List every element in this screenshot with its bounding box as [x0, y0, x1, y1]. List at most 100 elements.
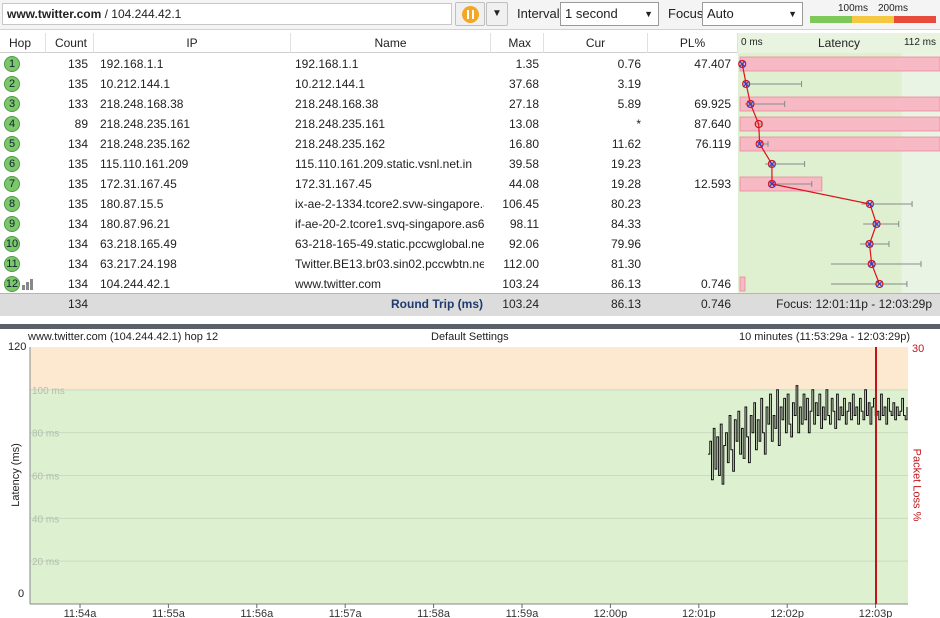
hop-ip: 180.87.15.5	[100, 197, 164, 211]
hop-count: 135	[67, 57, 88, 71]
x-tick-label: 11:57a	[329, 608, 363, 618]
latency-max-label: 112 ms	[903, 37, 936, 48]
interval-select[interactable]: 1 second ▼	[560, 2, 659, 26]
hop-pl	[648, 194, 731, 214]
chevron-down-icon: ▼	[644, 9, 653, 19]
table-row[interactable]: 11 134 63.217.24.198 Twitter.BE13.br03.sin0…	[0, 254, 738, 274]
packet-loss-bar	[739, 136, 940, 152]
legend-yellow-segment	[852, 16, 894, 23]
hop-ip: 63.218.165.49	[100, 237, 177, 251]
hop-ip: 172.31.167.45	[100, 177, 177, 191]
hop-cur: 86.13	[610, 277, 641, 291]
pause-dropdown-button[interactable]: ▼	[486, 2, 508, 26]
hop-name: 218.248.235.162	[295, 137, 386, 151]
hop-number-badge: 4	[4, 116, 20, 132]
latency-timeline-plot[interactable]: 100 ms 80 ms 60 ms 40 ms 20 ms 11:54a 11:55a 11…	[0, 329, 940, 618]
latency-chart-threshold-band	[901, 53, 940, 293]
hop-max: 16.80	[508, 137, 539, 151]
hop-count: 135	[67, 177, 88, 191]
grid-label: 40 ms	[32, 514, 59, 525]
column-header-latency[interactable]: 0 ms Latency 112 ms	[738, 33, 940, 53]
hop-pl: 76.119	[695, 137, 731, 151]
hop-name: ix-ae-2-1334.tcore2.svw-singapore.a	[295, 197, 484, 211]
column-header-name[interactable]: Name	[291, 33, 491, 53]
legend-green-segment	[810, 16, 852, 23]
hop-latency-chart	[738, 53, 940, 293]
interval-value: 1 second	[565, 6, 618, 21]
table-header: Hop Count IP Name Max Cur PL% 0 ms Laten…	[0, 33, 940, 53]
hop-name: 115.110.161.209.static.vsnl.net.in	[295, 157, 473, 171]
hop-max: 27.18	[508, 97, 539, 111]
hop-name: www.twitter.com	[295, 277, 382, 291]
hop-number-badge: 2	[4, 76, 20, 92]
table-row[interactable]: 9 134 180.87.96.21 if-ae-20-2.tcore1.svq-si…	[0, 214, 738, 234]
x-tick-label: 11:55a	[152, 608, 186, 618]
hop-name: 10.212.144.1	[295, 77, 366, 91]
table-row[interactable]: 3 133 218.248.168.38 218.248.168.38 27.18 5.8…	[0, 94, 738, 114]
table-row[interactable]: 10 134 63.218.165.49 63-218-165-49.static.p…	[0, 234, 738, 254]
summary-max: 103.24	[502, 297, 539, 311]
table-row[interactable]: 1 135 192.168.1.1 192.168.1.1 1.35 0.76 47.407	[0, 54, 738, 74]
summary-pl: 0.746	[700, 297, 731, 311]
table-row[interactable]: 6 135 115.110.161.209 115.110.161.209.stati…	[0, 154, 738, 174]
summary-label: Round Trip (ms)	[391, 297, 483, 311]
table-row[interactable]: 2 135 10.212.144.1 10.212.144.1 37.68 3.19	[0, 74, 738, 94]
pause-icon	[462, 6, 479, 23]
hop-name: Twitter.BE13.br03.sin02.pccwbtn.net	[295, 257, 484, 271]
hop-max: 98.11	[509, 217, 539, 231]
hop-pl: 47.407	[694, 57, 731, 71]
hop-table: Hop Count IP Name Max Cur PL% 0 ms Laten…	[0, 33, 940, 316]
pause-button[interactable]	[455, 2, 485, 26]
hop-ip: 192.168.1.1	[100, 57, 164, 71]
hop-number-badge: 3	[4, 96, 20, 112]
hop-cur: 81.30	[610, 257, 641, 271]
column-header-ip[interactable]: IP	[94, 33, 291, 53]
hop-number-badge: 8	[4, 196, 20, 212]
focus-label: Focus	[668, 6, 704, 21]
hop-cur: 3.19	[617, 77, 641, 91]
hop-name: if-ae-20-2.tcore1.svq-singapore.as6	[295, 217, 484, 231]
hop-cur: 11.62	[611, 137, 641, 151]
column-header-pl[interactable]: PL%	[648, 33, 738, 53]
signal-bars-icon	[22, 279, 36, 290]
hop-pl	[648, 234, 731, 254]
table-row[interactable]: 12 134 104.244.42.1 www.twitter.com 103.24 86…	[0, 274, 738, 294]
hop-pl: 87.640	[694, 117, 731, 131]
hop-pl	[648, 74, 731, 94]
column-header-max[interactable]: Max	[491, 33, 544, 53]
hop-max: 13.08	[508, 117, 539, 131]
hop-max: 106.45	[502, 197, 539, 211]
chevron-down-icon: ▼	[788, 9, 797, 19]
hop-ip: 10.212.144.1	[100, 77, 171, 91]
grid-label: 60 ms	[32, 472, 59, 483]
table-row[interactable]: 8 135 180.87.15.5 ix-ae-2-1334.tcore2.svw-s…	[0, 194, 738, 214]
target-separator: /	[101, 7, 112, 21]
table-row[interactable]: 7 135 172.31.167.45 172.31.167.45 44.08 19.28…	[0, 174, 738, 194]
hop-number-badge: 9	[4, 216, 20, 232]
hop-ip: 104.244.42.1	[100, 277, 171, 291]
column-header-cur[interactable]: Cur	[544, 33, 648, 53]
target-ip: 104.244.42.1	[111, 7, 182, 21]
hop-pl	[648, 254, 731, 274]
hop-max: 37.68	[508, 77, 539, 91]
hop-pl	[648, 154, 731, 174]
hop-max: 112.00	[503, 257, 539, 271]
target-host: www.twitter.com	[7, 7, 102, 21]
timeline-graph: www.twitter.com (104.244.42.1) hop 12 De…	[0, 329, 940, 618]
summary-count: 134	[67, 297, 88, 311]
table-row[interactable]: 5 134 218.248.235.162 218.248.235.162 16.80 1…	[0, 134, 738, 154]
target-input[interactable]: www.twitter.com / 104.244.42.1	[2, 3, 452, 25]
hop-number-badge: 11	[4, 256, 20, 272]
hop-name: 192.168.1.1	[295, 57, 359, 71]
table-row[interactable]: 4 89 218.248.235.161 218.248.235.161 13.08 * 8…	[0, 114, 738, 134]
column-header-hop[interactable]: Hop	[0, 33, 46, 53]
hop-name: 63-218-165-49.static.pccwglobal.ne	[295, 237, 484, 251]
hop-count: 135	[67, 77, 88, 91]
x-tick-label: 12:02p	[770, 608, 804, 618]
column-header-count[interactable]: Count	[46, 33, 94, 53]
focus-select[interactable]: Auto ▼	[702, 2, 803, 26]
hop-pl: 12.593	[694, 177, 731, 191]
x-tick-label: 12:03p	[859, 608, 893, 618]
legend-red-segment	[894, 16, 936, 23]
hop-ip: 218.248.168.38	[100, 97, 184, 111]
